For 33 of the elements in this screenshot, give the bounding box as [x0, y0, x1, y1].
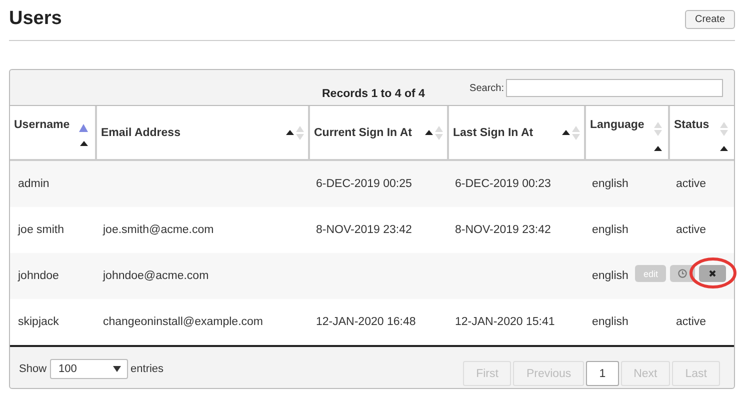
close-icon [709, 270, 716, 277]
show-label: Show [19, 363, 47, 375]
caret-up-icon [425, 130, 433, 135]
table-cell: johndoe [10, 253, 95, 299]
caret-up-icon [562, 130, 570, 135]
caret-up-icon [286, 130, 294, 135]
page-title: Users [9, 8, 62, 30]
highlight-ring [688, 255, 738, 291]
table-cell: admin [10, 161, 95, 207]
column-header[interactable]: Username [14, 119, 91, 131]
column-header[interactable]: Status [674, 119, 730, 131]
records-info: Records 1 to 4 of 4 [322, 88, 425, 100]
table-cell: 6-DEC-2019 00:23 [447, 161, 584, 207]
page-button[interactable]: 1 [586, 361, 619, 386]
table-cell: 6-DEC-2019 00:25 [308, 161, 447, 207]
delete-button[interactable] [699, 265, 726, 282]
dropdown-arrow-icon [112, 366, 121, 372]
column-header[interactable]: Current Sign In At [314, 126, 425, 138]
table-cell: english [584, 161, 668, 207]
caret-up-icon [654, 146, 662, 151]
page-size-select[interactable]: 100 [50, 359, 128, 379]
table-cell: johndoe@acme.com [95, 253, 308, 299]
clock-icon [678, 269, 687, 278]
search-label: Search: [470, 82, 504, 94]
table-cell: active [668, 161, 734, 207]
entries-label: entries [130, 363, 164, 375]
search-field[interactable] [506, 79, 723, 97]
caret-up-icon [720, 146, 728, 151]
column-header[interactable]: Last Sign In At [453, 126, 562, 138]
create-button[interactable]: Create [684, 10, 735, 28]
column-header[interactable]: Language [590, 119, 664, 131]
column-header[interactable]: Email Address [101, 126, 286, 138]
caret-up-icon [80, 141, 88, 146]
